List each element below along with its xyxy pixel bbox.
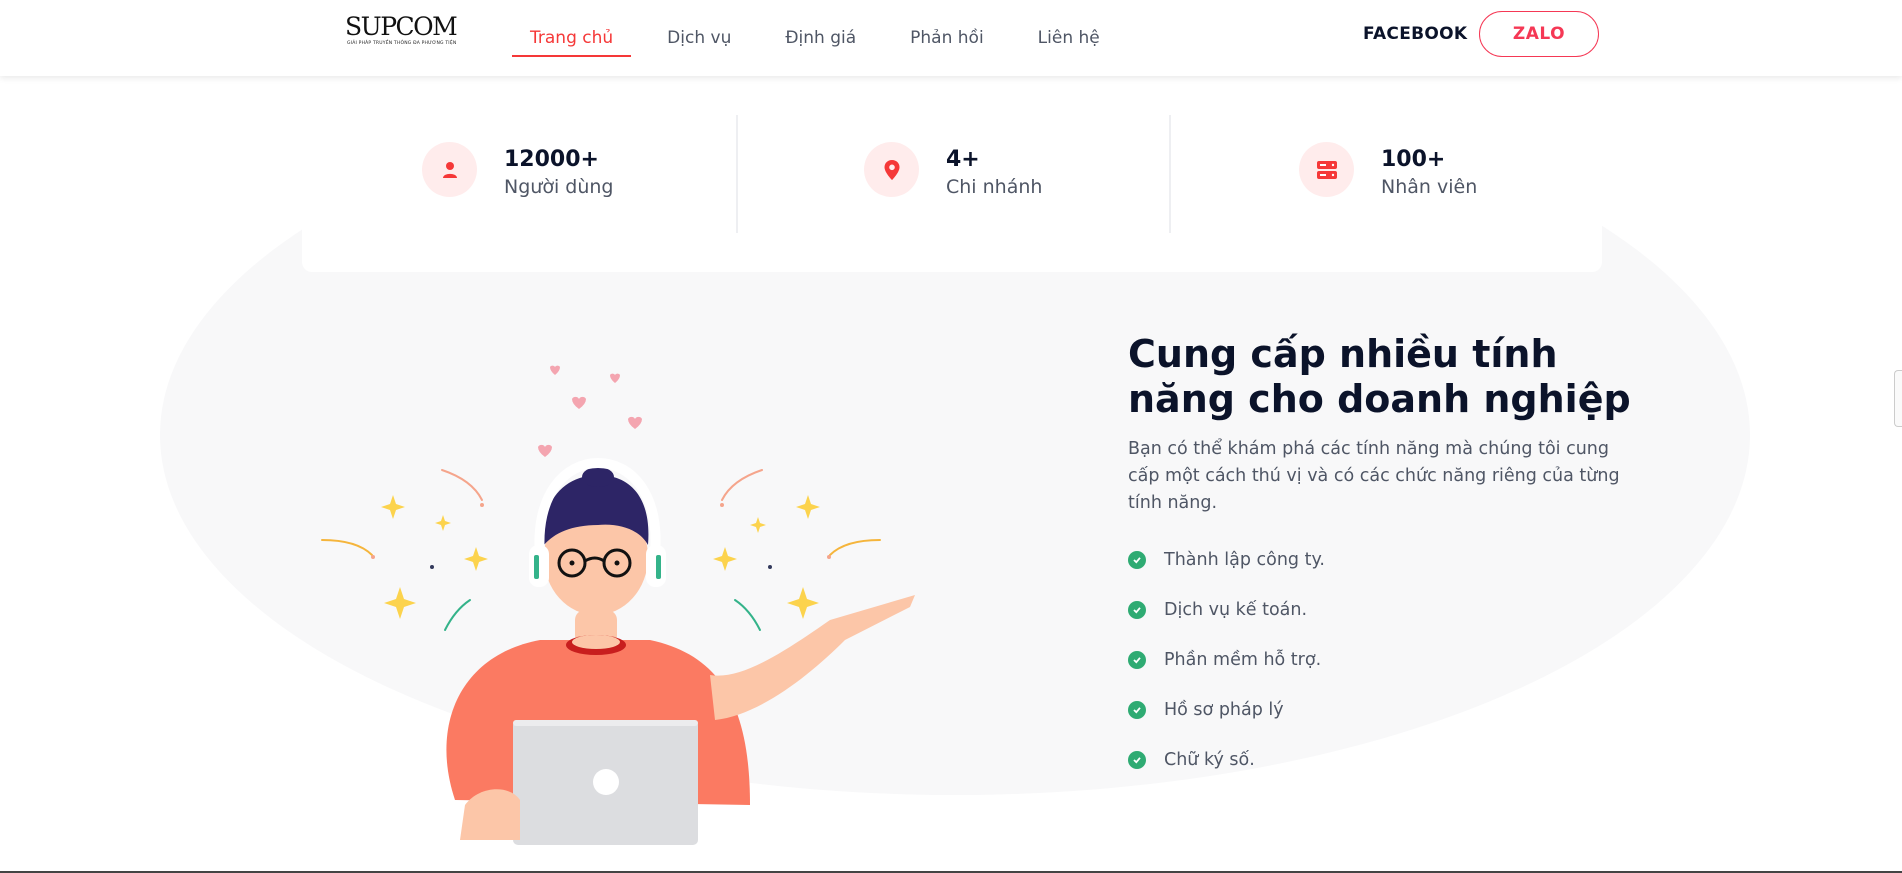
nav-item-contact[interactable]: Liên hệ <box>1038 0 1100 76</box>
check-icon <box>1128 751 1146 769</box>
stat-label: Người dùng <box>504 176 614 198</box>
logo[interactable]: SUPCOM GIẢI PHÁP TRUYỀN THÔNG ĐA PHƯƠNG … <box>345 12 458 52</box>
list-item: Thành lập công ty. <box>1128 535 1648 585</box>
feature-item-label: Chữ ký số. <box>1164 750 1255 770</box>
person-with-laptop-illustration <box>321 365 915 845</box>
list-item: Phần mềm hỗ trợ. <box>1128 635 1648 685</box>
feature-section: Cung cấp nhiều tính năng cho doanh nghiệ… <box>1128 332 1648 785</box>
feature-item-label: Phần mềm hỗ trợ. <box>1164 650 1322 670</box>
logo-brand: SUPCOM <box>345 12 458 41</box>
feature-item-label: Dịch vụ kế toán. <box>1164 600 1308 620</box>
stats-card: 12000+ Người dùng 4+ Chi nhánh 100+ Nhân… <box>302 62 1602 272</box>
logo-tagline: GIẢI PHÁP TRUYỀN THÔNG ĐA PHƯƠNG TIỆN <box>347 41 457 46</box>
nav-item-home[interactable]: Trang chủ <box>511 0 632 76</box>
feature-item-label: Hồ sơ pháp lý <box>1164 700 1284 720</box>
stat-value: 12000+ <box>504 147 599 172</box>
feature-title-line: Cung cấp nhiều tính <box>1128 332 1558 376</box>
main-nav: Trang chủ Dịch vụ Định giá Phản hồi Liên… <box>511 0 1154 76</box>
user-icon <box>422 142 477 197</box>
zalo-button[interactable]: ZALO <box>1479 11 1599 57</box>
feature-item-label: Thành lập công ty. <box>1164 550 1325 570</box>
check-icon <box>1128 701 1146 719</box>
feature-list: Thành lập công ty. Dịch vụ kế toán. Phần… <box>1128 535 1648 785</box>
stats-divider <box>736 115 738 233</box>
feature-title-line: năng cho doanh nghiệp <box>1128 377 1631 421</box>
stat-label: Chi nhánh <box>946 176 1043 198</box>
check-icon <box>1128 651 1146 669</box>
check-icon <box>1128 551 1146 569</box>
stat-value: 4+ <box>946 147 980 172</box>
nav-item-feedback[interactable]: Phản hồi <box>910 0 984 76</box>
feature-title: Cung cấp nhiều tính năng cho doanh nghiệ… <box>1128 332 1648 422</box>
side-tab[interactable] <box>1894 370 1902 427</box>
site-header: SUPCOM GIẢI PHÁP TRUYỀN THÔNG ĐA PHƯƠNG … <box>0 0 1902 76</box>
stat-label: Nhân viên <box>1381 176 1478 198</box>
list-item: Hồ sơ pháp lý <box>1128 685 1648 735</box>
feature-description: Bạn có thể khám phá các tính năng mà chú… <box>1128 439 1620 513</box>
list-item: Chữ ký số. <box>1128 735 1648 785</box>
stat-value: 100+ <box>1381 147 1446 172</box>
list-item: Dịch vụ kế toán. <box>1128 585 1648 635</box>
facebook-link[interactable]: FACEBOOK <box>1363 24 1467 44</box>
check-icon <box>1128 601 1146 619</box>
location-pin-icon <box>864 142 919 197</box>
nav-item-pricing[interactable]: Định giá <box>785 0 856 76</box>
nav-item-services[interactable]: Dịch vụ <box>667 0 731 76</box>
stats-divider <box>1169 115 1171 233</box>
server-icon <box>1299 142 1354 197</box>
